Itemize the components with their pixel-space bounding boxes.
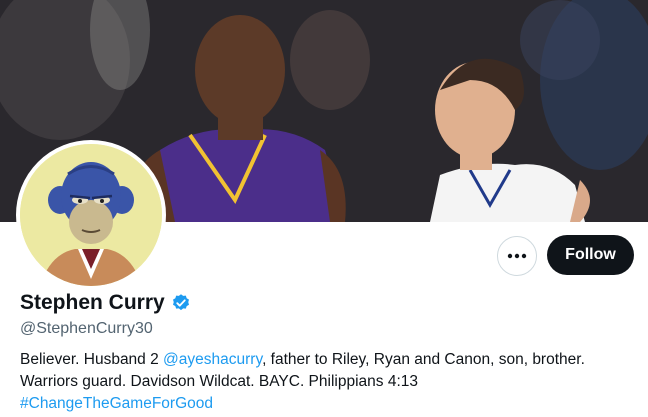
bio-text: , father to Riley, Ryan and Canon, son, …: [262, 351, 585, 368]
verified-badge-icon[interactable]: [171, 293, 191, 313]
profile-display-name: Stephen Curry: [20, 291, 165, 314]
bio-hashtag-link[interactable]: #ChangeTheGameForGood: [20, 393, 640, 415]
more-options-button[interactable]: [497, 236, 537, 276]
bio-mention-link[interactable]: @ayeshacurry: [163, 351, 262, 368]
profile-bio: Believer. Husband 2 @ayeshacurry, father…: [20, 349, 640, 415]
profile-name-row: Stephen Curry: [20, 291, 191, 315]
bored-ape-avatar-image: [20, 144, 162, 286]
bio-text: Believer. Husband 2: [20, 351, 164, 368]
follow-button[interactable]: Follow: [547, 235, 634, 275]
profile-handle: @StephenCurry30: [20, 320, 153, 337]
profile-avatar[interactable]: [16, 140, 166, 290]
bio-line-1: Believer. Husband 2 @ayeshacurry, father…: [20, 349, 640, 371]
more-horizontal-icon: [507, 253, 527, 259]
bio-line-2: Warriors guard. Davidson Wildcat. BAYC. …: [20, 373, 418, 390]
